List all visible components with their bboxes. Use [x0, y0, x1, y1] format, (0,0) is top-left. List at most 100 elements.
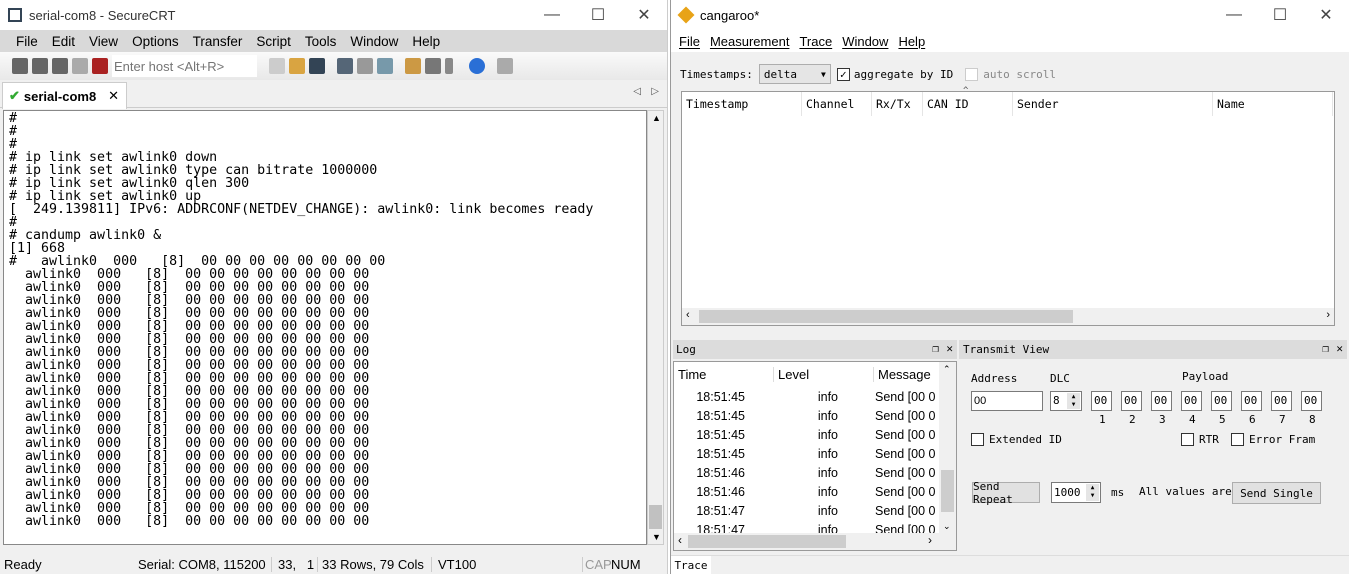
scroll-down-icon[interactable]: ▼	[652, 532, 661, 542]
minimize-button[interactable]: —	[1211, 0, 1257, 30]
payload-byte-5[interactable]: 00	[1211, 391, 1232, 411]
log-table[interactable]: Time Level Message 18:51:45 info Send [00 …	[673, 361, 957, 551]
trace-col-channel[interactable]: Channel	[802, 92, 872, 116]
print-selection-icon[interactable]	[357, 58, 373, 74]
session-options-icon[interactable]	[405, 58, 421, 74]
global-options-icon[interactable]	[425, 58, 441, 74]
spin-arrows-icon[interactable]: ▲ ▼	[1067, 393, 1080, 409]
minimize-button[interactable]: —	[529, 0, 575, 30]
find-icon[interactable]	[309, 58, 325, 74]
log-row[interactable]: 18:51:46 info Send [00 0	[674, 463, 956, 482]
quick-connect-icon[interactable]	[32, 58, 48, 74]
log-row[interactable]: 18:51:46 info Send [00 0	[674, 482, 956, 501]
menu-help[interactable]: Help	[890, 34, 925, 49]
float-icon[interactable]: ❐	[1322, 342, 1329, 355]
close-icon[interactable]: ✕	[1336, 342, 1343, 355]
scroll-left-icon[interactable]: ‹	[678, 533, 682, 547]
disconnect-icon[interactable]	[92, 58, 108, 74]
tab-trace[interactable]: Trace	[671, 556, 711, 574]
connect-tab-icon[interactable]	[52, 58, 68, 74]
print-screen-icon[interactable]	[337, 58, 353, 74]
menu-edit[interactable]: Edit	[45, 34, 82, 49]
terminal-scrollbar[interactable]: ▲ ▼	[647, 110, 664, 545]
send-single-button[interactable]: Send Single	[1232, 482, 1321, 504]
copy-icon[interactable]	[269, 58, 285, 74]
error-frame-checkbox[interactable]	[1231, 433, 1244, 446]
log-row[interactable]: 18:51:45 info Send [00 0	[674, 425, 956, 444]
float-icon[interactable]: ❐	[932, 342, 939, 355]
scroll-left-icon[interactable]: ‹	[686, 309, 690, 321]
payload-byte-7[interactable]: 00	[1271, 391, 1292, 411]
scroll-thumb[interactable]	[699, 310, 1073, 323]
paste-icon[interactable]	[289, 58, 305, 74]
autoscroll-checkbox[interactable]	[965, 67, 979, 81]
tab-serial-com8[interactable]: ✔ serial-com8 ✕	[2, 82, 127, 109]
trace-col-sender[interactable]: Sender	[1013, 92, 1213, 116]
payload-byte-3[interactable]: 00	[1151, 391, 1172, 411]
interval-spinbox[interactable]: 1000 ▲ ▼	[1051, 482, 1101, 503]
timestamps-select[interactable]: delta ▼	[758, 64, 831, 84]
maximize-button[interactable]: ☐	[1257, 0, 1303, 30]
payload-byte-4[interactable]: 00	[1181, 391, 1202, 411]
col-time[interactable]: Time	[674, 367, 774, 382]
menu-window[interactable]: Window	[834, 34, 888, 49]
keymap-icon[interactable]	[497, 58, 513, 74]
col-message[interactable]: Message	[874, 367, 931, 382]
menu-tools[interactable]: Tools	[298, 34, 344, 49]
col-level[interactable]: Level	[774, 367, 874, 382]
menu-transfer[interactable]: Transfer	[186, 34, 250, 49]
trace-col-timestamp[interactable]: Timestamp	[682, 92, 802, 116]
key-icon[interactable]	[445, 58, 453, 74]
extended-id-checkbox[interactable]	[971, 433, 984, 446]
log-row[interactable]: 18:51:45 info Send [00 0	[674, 406, 956, 425]
trace-col-rxtx[interactable]: Rx/Tx	[872, 92, 923, 116]
close-tab-icon[interactable]: ✕	[108, 88, 119, 104]
log-hscrollbar[interactable]: ‹ ›	[674, 533, 956, 550]
menu-options[interactable]: Options	[125, 34, 186, 49]
payload-byte-6[interactable]: 00	[1241, 391, 1262, 411]
reconnect-icon[interactable]	[72, 58, 88, 74]
scroll-thumb[interactable]	[688, 535, 846, 548]
close-button[interactable]: ✕	[1303, 0, 1349, 30]
help-icon[interactable]	[469, 58, 485, 74]
menu-trace[interactable]: Trace	[791, 34, 832, 49]
scroll-down-icon[interactable]: ⌄	[943, 521, 951, 532]
connect-icon[interactable]	[12, 58, 28, 74]
tab-scroll-right-icon[interactable]: ▷	[651, 86, 659, 97]
print-icon[interactable]	[377, 58, 393, 74]
trace-col-name[interactable]: Name	[1213, 92, 1333, 116]
log-vscrollbar[interactable]: ⌃ ⌄	[939, 362, 956, 533]
spin-arrows-icon[interactable]: ▲ ▼	[1086, 484, 1099, 501]
log-row[interactable]: 18:51:47 info Send [00 0	[674, 501, 956, 520]
rtr-checkbox[interactable]	[1181, 433, 1194, 446]
payload-byte-2[interactable]: 00	[1121, 391, 1142, 411]
host-input[interactable]	[112, 55, 257, 77]
address-input[interactable]	[971, 391, 1043, 411]
tab-scroll-left-icon[interactable]: ◁	[633, 86, 641, 97]
scroll-right-icon[interactable]: ›	[928, 533, 932, 547]
scroll-thumb[interactable]	[941, 470, 954, 512]
log-row[interactable]: 18:51:45 info Send [00 0	[674, 444, 956, 463]
dlc-spinbox[interactable]: 8 ▲ ▼	[1050, 391, 1082, 411]
aggregate-checkbox[interactable]: ✓	[836, 67, 850, 81]
scroll-right-icon[interactable]: ›	[1326, 309, 1330, 321]
menu-script[interactable]: Script	[249, 34, 298, 49]
log-row[interactable]: 18:51:45 info Send [00 0	[674, 387, 956, 406]
payload-byte-1[interactable]: 00	[1091, 391, 1112, 411]
menu-measurement[interactable]: Measurement	[702, 34, 789, 49]
menu-view[interactable]: View	[82, 34, 125, 49]
close-button[interactable]: ✕	[621, 0, 667, 30]
menu-file[interactable]: File	[671, 34, 700, 49]
scroll-up-icon[interactable]: ▲	[652, 113, 661, 123]
trace-hscrollbar[interactable]: ‹ ›	[682, 308, 1334, 325]
send-repeat-button[interactable]: Send Repeat	[972, 480, 1040, 506]
scroll-thumb[interactable]	[649, 505, 662, 529]
trace-table[interactable]: Timestamp Channel Rx/Tx CAN ID Sender Name ^ ‹…	[681, 86, 1335, 326]
payload-byte-8[interactable]: 00	[1301, 391, 1322, 411]
menu-window[interactable]: Window	[343, 34, 405, 49]
menu-file[interactable]: File	[9, 34, 45, 49]
maximize-button[interactable]: ☐	[575, 0, 621, 30]
scroll-up-icon[interactable]: ⌃	[943, 364, 951, 375]
close-icon[interactable]: ✕	[946, 342, 953, 355]
terminal[interactable]: # # # # ip link set awlink0 down # ip link s…	[3, 110, 647, 545]
